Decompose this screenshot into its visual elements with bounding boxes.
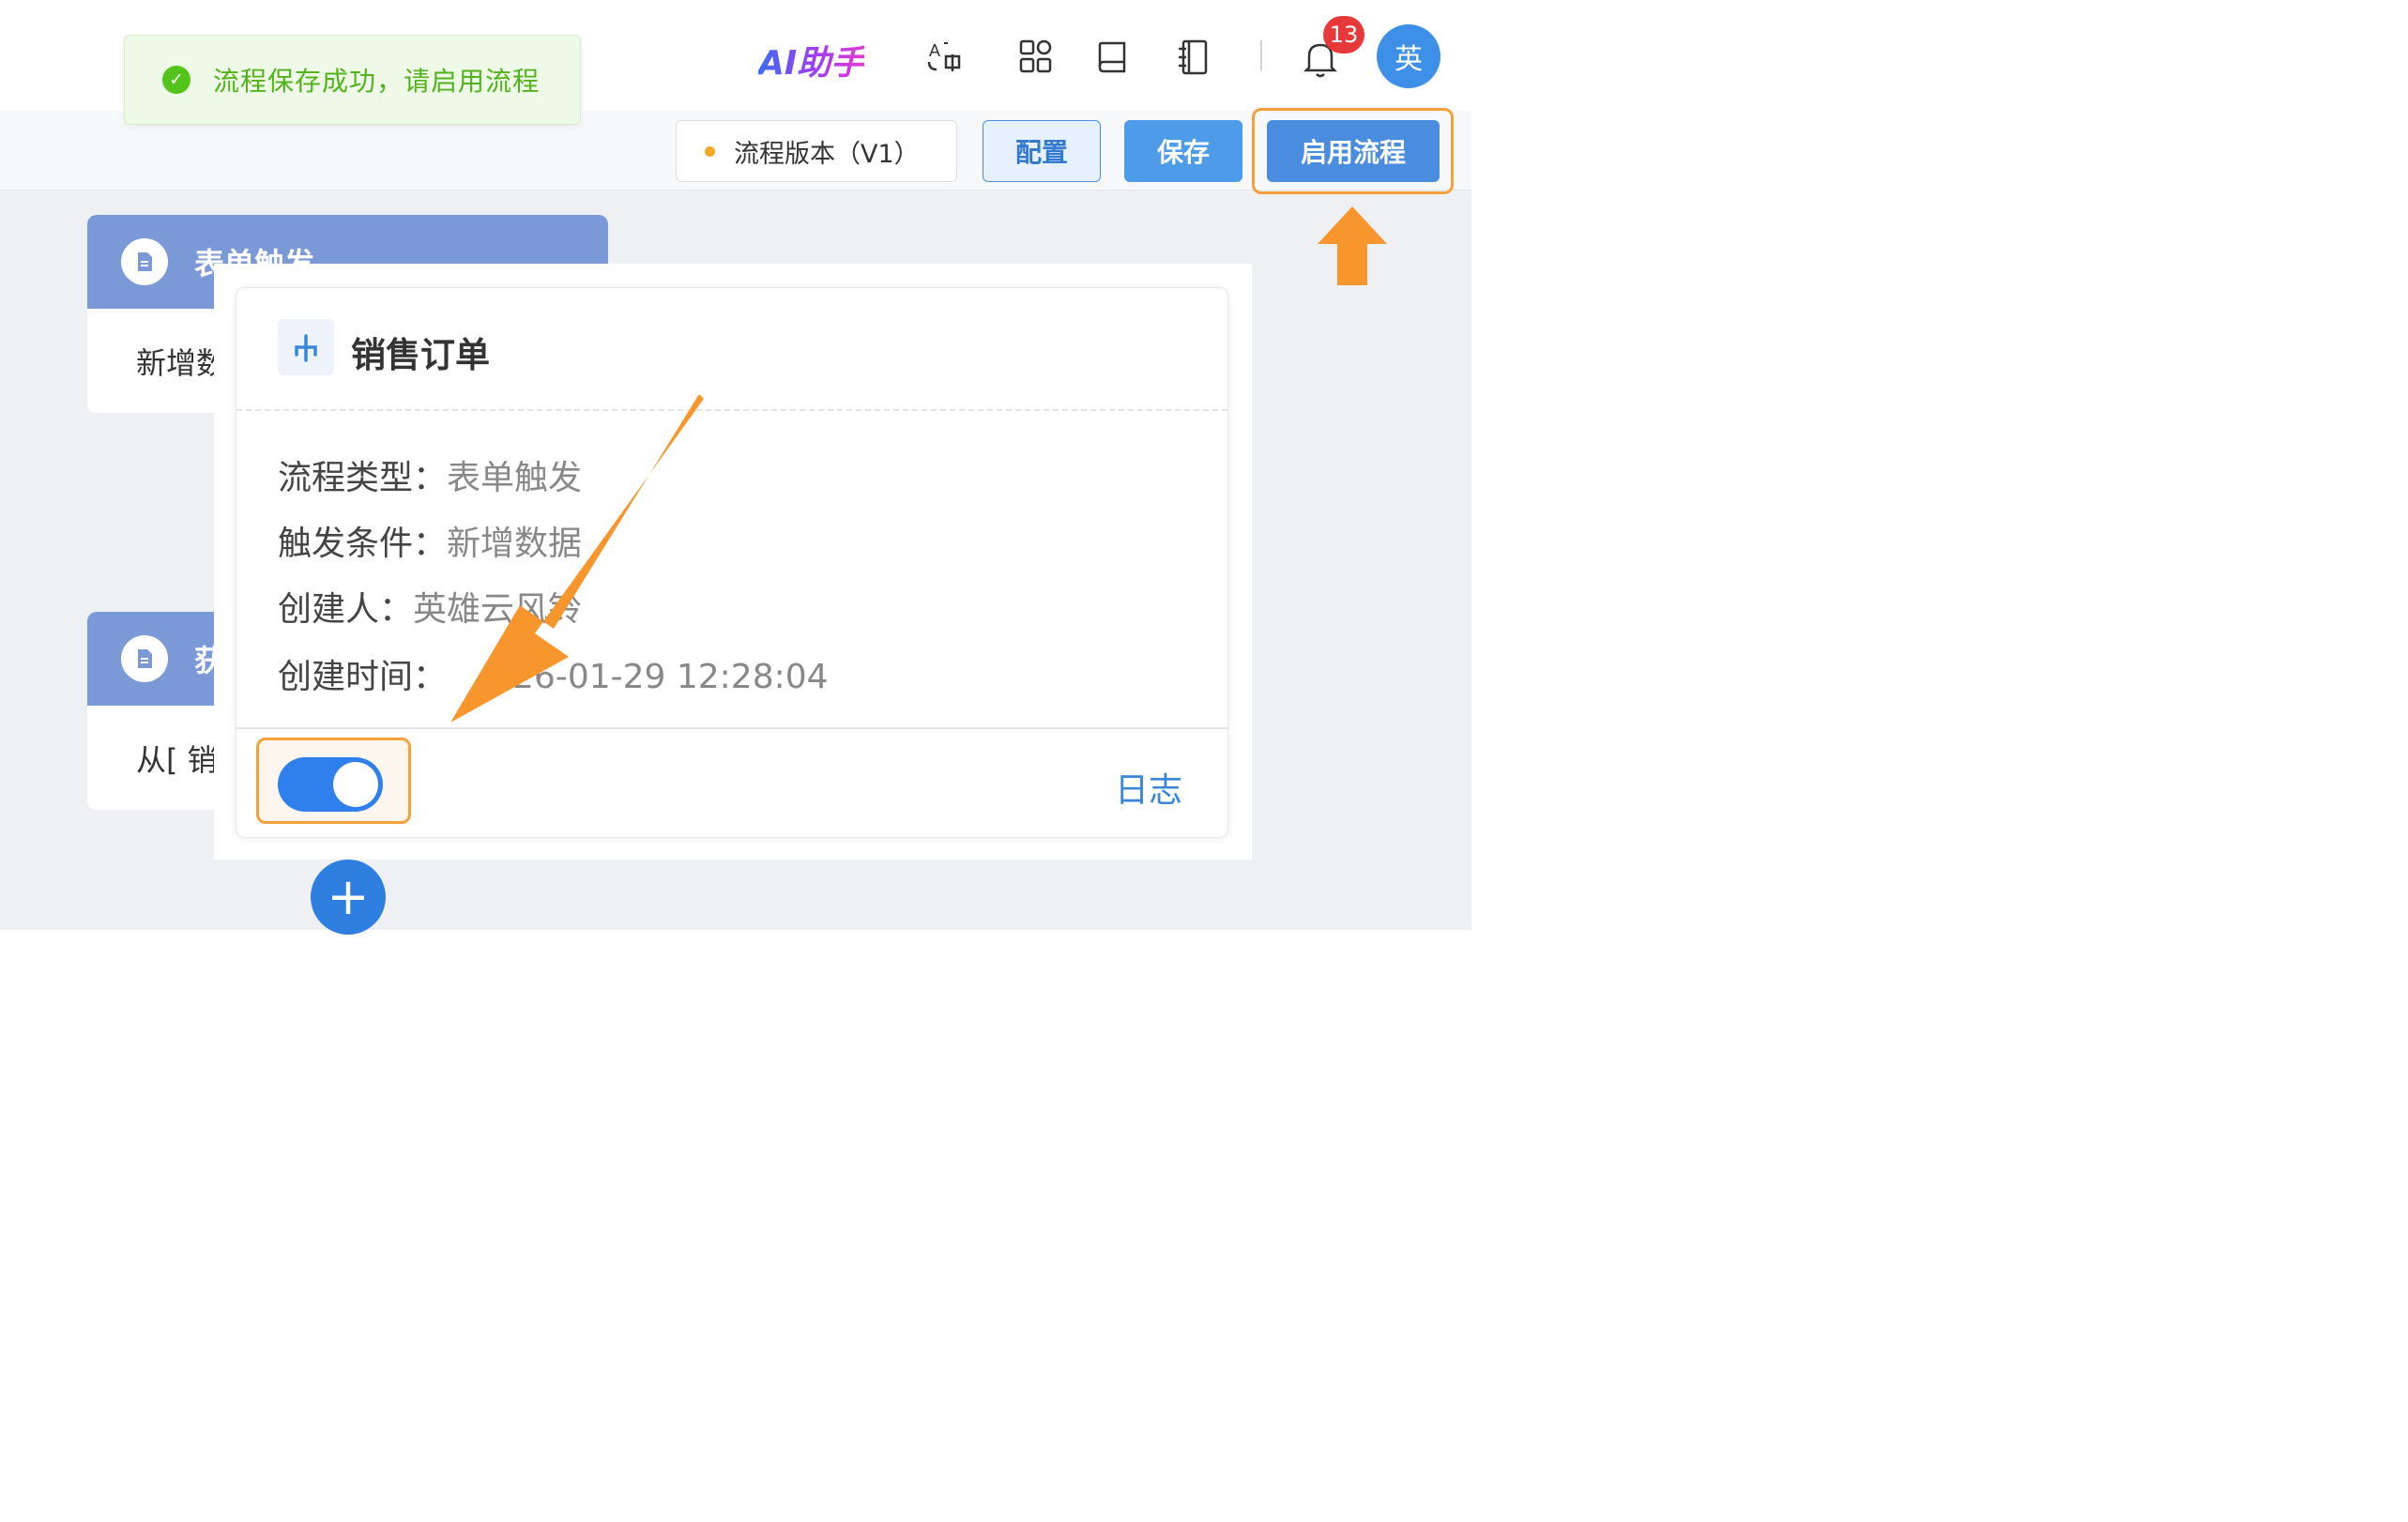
document-icon [121,635,168,682]
success-toast: ✓ 流程保存成功，请启用流程 [124,35,581,125]
apps-grid-icon[interactable] [1017,38,1057,77]
card-divider [236,409,1227,411]
enable-toggle[interactable] [278,757,383,812]
version-label: 流程版本（V1） [734,139,920,169]
version-selector[interactable]: 流程版本（V1） [676,120,957,182]
card-title: 销售订单 [351,335,490,375]
add-node-button[interactable]: + [311,860,386,935]
config-button[interactable]: 配置 [983,120,1101,182]
arrow-down-left-icon [450,394,704,723]
card-footer-divider [236,727,1227,729]
header-divider [1260,40,1262,70]
info-label: 流程类型： [278,459,448,497]
log-link[interactable]: 日志 [1115,763,1182,812]
info-label: 创建人： [278,590,414,629]
arrow-up-icon [1318,206,1387,285]
toggle-knob [333,762,378,807]
enable-button-highlight [1252,108,1454,194]
info-label: 触发条件： [278,525,448,563]
notification-badge: 13 [1323,16,1364,53]
book-icon[interactable] [1094,38,1134,77]
check-circle-icon: ✓ [162,66,191,94]
ai-assistant-button[interactable]: AI助手 [758,36,864,84]
toast-message: 流程保存成功，请启用流程 [213,66,541,97]
save-button[interactable]: 保存 [1124,120,1242,182]
translate-icon[interactable]: A [925,38,965,77]
avatar[interactable]: 英 [1377,24,1440,88]
info-label: 创建时间： [278,658,448,696]
status-dot [705,145,715,157]
notebook-icon[interactable] [1175,38,1214,77]
document-icon [121,238,168,285]
flow-icon [278,319,334,375]
svg-text:A: A [929,41,940,60]
